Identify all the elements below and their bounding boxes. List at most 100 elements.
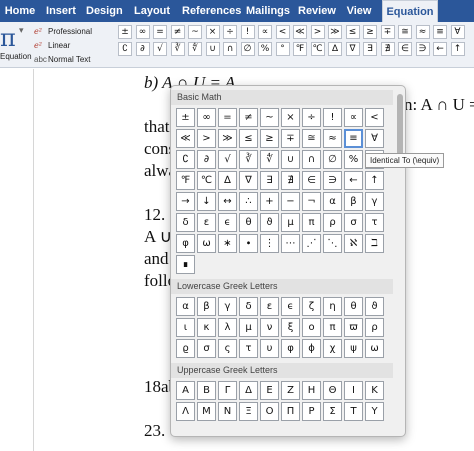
gallery-symbol[interactable]: Μ <box>197 402 216 421</box>
gallery-symbol[interactable]: μ <box>239 318 258 337</box>
gallery-symbol[interactable]: ϕ <box>302 339 321 358</box>
gallery-symbol[interactable]: ε <box>260 297 279 316</box>
gallery-symbol[interactable]: Π <box>281 402 300 421</box>
chevron-down-icon[interactable]: ▾ <box>19 25 24 36</box>
gallery-symbol[interactable]: π <box>302 213 321 232</box>
gallery-symbol[interactable]: ∎ <box>176 255 195 274</box>
ribbon-symbol[interactable]: ÷ <box>223 25 237 39</box>
gallery-symbol[interactable]: Ζ <box>281 381 300 400</box>
ribbon-symbol[interactable]: ← <box>433 42 447 56</box>
ribbon-symbol[interactable]: ∪ <box>205 42 220 56</box>
gallery-symbol[interactable]: α <box>176 297 195 316</box>
gallery-symbol[interactable]: κ <box>197 318 216 337</box>
gallery-symbol[interactable]: ∙ <box>239 234 258 253</box>
ribbon-symbol[interactable]: ~ <box>188 25 202 39</box>
gallery-symbol[interactable]: Τ <box>344 402 363 421</box>
ribbon-symbol[interactable]: ≡ <box>433 25 447 39</box>
ribbon-symbol[interactable]: ∞ <box>135 25 150 39</box>
gallery-symbol[interactable]: θ <box>344 297 363 316</box>
gallery-symbol[interactable]: ≠ <box>239 108 258 127</box>
gallery-symbol[interactable]: μ <box>281 213 300 232</box>
gallery-symbol[interactable]: ± <box>176 108 195 127</box>
ribbon-symbol[interactable]: ↑ <box>450 42 465 56</box>
ribbon-symbol[interactable]: ≠ <box>170 25 185 39</box>
gallery-symbol[interactable]: ℵ <box>344 234 363 253</box>
ribbon-symbol[interactable]: ∓ <box>380 25 395 39</box>
gallery-symbol[interactable]: ≫ <box>218 129 237 148</box>
gallery-symbol[interactable]: ∃ <box>260 171 279 190</box>
gallery-symbol[interactable]: Γ <box>218 381 237 400</box>
tab-equation[interactable]: Equation <box>382 0 438 22</box>
gallery-symbol[interactable]: λ <box>218 318 237 337</box>
gallery-symbol[interactable]: γ <box>365 192 384 211</box>
ribbon-symbol[interactable]: > <box>310 25 325 39</box>
gallery-symbol[interactable]: ς <box>218 339 237 358</box>
normal-text-button[interactable]: abcNormal Text <box>34 53 91 67</box>
gallery-symbol[interactable]: ϖ <box>344 318 363 337</box>
gallery-symbol[interactable]: ∜ <box>260 150 279 169</box>
gallery-symbol[interactable]: β <box>344 192 363 211</box>
gallery-symbol[interactable]: ν <box>260 318 279 337</box>
ribbon-symbol[interactable]: ∩ <box>223 42 237 56</box>
gallery-symbol[interactable]: ⋮ <box>260 234 279 253</box>
gallery-symbol[interactable]: ε <box>197 213 216 232</box>
gallery-symbol[interactable]: ∆ <box>218 171 237 190</box>
ribbon-symbol[interactable]: ∛ <box>170 42 185 56</box>
gallery-symbol[interactable]: ∄ <box>281 171 300 190</box>
gallery-symbol[interactable]: Β <box>197 381 216 400</box>
gallery-symbol[interactable]: ∇ <box>239 171 258 190</box>
gallery-symbol[interactable]: χ <box>323 339 342 358</box>
gallery-symbol[interactable]: Υ <box>365 402 384 421</box>
gallery-symbol[interactable]: ϵ <box>281 297 300 316</box>
ribbon-symbol[interactable]: ℃ <box>310 42 325 56</box>
gallery-symbol[interactable]: > <box>197 129 216 148</box>
gallery-symbol[interactable]: ∗ <box>218 234 237 253</box>
gallery-symbol[interactable]: Κ <box>365 381 384 400</box>
gallery-symbol[interactable]: β <box>197 297 216 316</box>
gallery-symbol[interactable]: π <box>323 318 342 337</box>
gallery-symbol[interactable]: Η <box>302 381 321 400</box>
gallery-symbol[interactable]: Δ <box>239 381 258 400</box>
gallery-symbol[interactable]: α <box>323 192 342 211</box>
gallery-symbol[interactable]: σ <box>344 213 363 232</box>
ribbon-symbol[interactable]: ∃ <box>363 42 377 56</box>
tab-home[interactable]: Home <box>2 0 38 22</box>
gallery-symbol[interactable]: ∂ <box>197 150 216 169</box>
gallery-symbol[interactable]: Ρ <box>302 402 321 421</box>
tab-review[interactable]: Review <box>298 0 336 22</box>
gallery-symbol[interactable]: ρ <box>323 213 342 232</box>
gallery-symbol[interactable]: ∩ <box>302 150 321 169</box>
gallery-symbol[interactable]: Λ <box>176 402 195 421</box>
gallery-symbol[interactable]: Θ <box>323 381 342 400</box>
gallery-symbol[interactable]: ∈ <box>302 171 321 190</box>
gallery-symbol[interactable]: ↔ <box>218 192 237 211</box>
gallery-symbol[interactable]: ∁ <box>176 150 195 169</box>
gallery-symbol[interactable]: ≡ <box>344 129 363 148</box>
ribbon-symbol[interactable]: ≅ <box>398 25 412 39</box>
gallery-symbol[interactable]: ÷ <box>302 108 321 127</box>
gallery-symbol[interactable]: ≥ <box>260 129 279 148</box>
gallery-symbol[interactable]: ↑ <box>365 171 384 190</box>
gallery-symbol[interactable]: ∀ <box>365 129 384 148</box>
gallery-symbol[interactable]: ω <box>365 339 384 358</box>
gallery-symbol[interactable]: ℉ <box>176 171 195 190</box>
gallery-symbol[interactable]: Α <box>176 381 195 400</box>
gallery-symbol[interactable]: ρ <box>365 318 384 337</box>
gallery-symbol[interactable]: ⋯ <box>281 234 300 253</box>
gallery-symbol[interactable]: ! <box>323 108 342 127</box>
gallery-symbol[interactable]: ∅ <box>323 150 342 169</box>
equation-button-label[interactable]: Equation <box>0 52 32 61</box>
gallery-symbol[interactable]: − <box>281 192 300 211</box>
tab-layout[interactable]: Layout <box>134 0 170 22</box>
gallery-symbol[interactable]: Ο <box>260 402 279 421</box>
gallery-symbol[interactable]: δ <box>176 213 195 232</box>
gallery-symbol[interactable]: ≪ <box>176 129 195 148</box>
gallery-symbol[interactable]: ϑ <box>260 213 279 232</box>
ribbon-symbol[interactable]: ∄ <box>380 42 395 56</box>
gallery-symbol[interactable]: ο <box>302 318 321 337</box>
gallery-symbol[interactable]: ϑ <box>365 297 384 316</box>
ribbon-symbol[interactable]: ∋ <box>415 42 430 56</box>
gallery-symbol[interactable]: ∞ <box>197 108 216 127</box>
gallery-symbol[interactable]: ↓ <box>197 192 216 211</box>
ribbon-symbol[interactable]: ≫ <box>328 25 342 39</box>
